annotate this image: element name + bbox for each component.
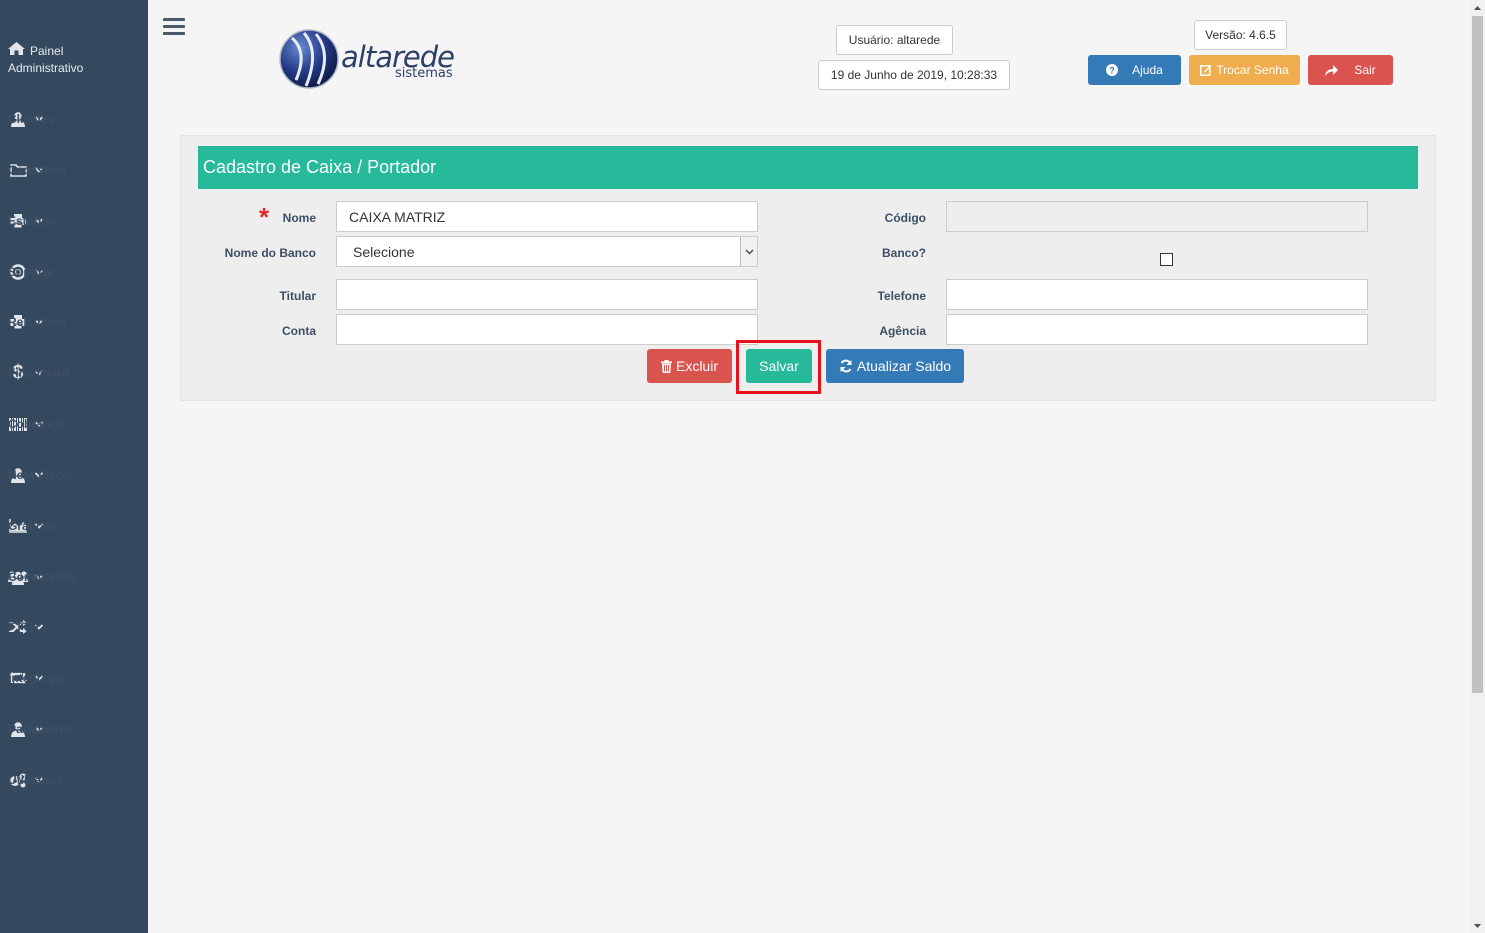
telefone-label: Telefone [877, 289, 926, 303]
sidebar-item-conectados[interactable]: Conectados [8, 566, 140, 588]
refresh-icon [840, 359, 852, 373]
home-icon [8, 42, 26, 60]
logout-label: Sair [1354, 63, 1376, 77]
sidebar-item-cobranca[interactable]: Cobrança [8, 413, 140, 435]
help-button[interactable]: ? Ajuda [1088, 55, 1181, 85]
sidebar-item-label: Utilitários [8, 773, 64, 787]
sidebar-item-integracao[interactable]: Integraçao [8, 667, 140, 689]
delete-button[interactable]: Excluir [647, 349, 732, 383]
change-password-label: Trocar Senha [1216, 63, 1289, 77]
sidebar-dashboard-label-1: Painel [30, 44, 64, 58]
sidebar-item-label: Relatórios [8, 315, 67, 329]
sidebar-item-utilitarios[interactable]: Utilitários [8, 769, 140, 791]
scrollbar-thumb[interactable] [1472, 16, 1483, 693]
banco-nome-label: Nome do Banco [224, 246, 316, 260]
logo-globe-icon [279, 29, 339, 89]
edit-icon [1200, 65, 1212, 76]
sidebar-item-label: Cobrança [8, 417, 64, 431]
sidebar-item-label: Integraçao [8, 671, 69, 685]
telefone-input[interactable] [946, 279, 1368, 310]
logo: altarede sistemas [278, 28, 468, 92]
sidebar-item-clientes[interactable]: Clientes [8, 108, 140, 130]
sidebar: Painel Administrativo Clientes Cadastros… [0, 0, 148, 933]
sidebar-item-suporte[interactable]: Suporte [8, 261, 140, 283]
delete-label: Excluir [675, 358, 718, 374]
sidebar-item-label: Clientes [8, 112, 55, 126]
scroll-up-icon[interactable] [1473, 4, 1482, 13]
user-info: Usuário: altarede [836, 25, 953, 55]
scroll-down-icon[interactable] [1473, 921, 1482, 930]
sidebar-dashboard-label-2: Administrativo [8, 61, 84, 75]
save-button-highlight [736, 340, 821, 394]
titular-label: Titular [279, 289, 316, 303]
banco-select[interactable]: Selecione [336, 236, 758, 267]
nome-input[interactable]: CAIXA MATRIZ [336, 201, 758, 232]
refresh-balance-label: Atualizar Saldo [856, 358, 952, 374]
banco-select-value: Selecione [353, 243, 415, 260]
sidebar-item-relatorios[interactable]: Relatórios [8, 311, 140, 333]
chevron-down-icon [740, 237, 757, 266]
banco-checkbox[interactable] [1160, 253, 1173, 266]
sidebar-item-financeiro[interactable]: $ Financeiro [8, 362, 140, 384]
change-password-button[interactable]: Trocar Senha [1189, 55, 1300, 85]
conta-label: Conta [282, 324, 316, 338]
sidebar-item-cadastros[interactable]: Cadastros [8, 159, 140, 181]
sidebar-item-estoque[interactable]: Estoque [8, 210, 140, 232]
sidebar-item-label: Nota Fiscal [8, 468, 73, 482]
banco-label: Banco? [881, 246, 926, 260]
sidebar-item-label: FTTH [8, 620, 39, 634]
sidebar-item-ftth[interactable]: FTTH [8, 616, 140, 638]
agencia-label: Agência [879, 324, 926, 338]
logo-subtext: sistemas [395, 66, 453, 81]
sidebar-item-label: Estoque [8, 214, 56, 228]
page-scrollbar[interactable] [1470, 0, 1485, 933]
codigo-label: Código [884, 211, 926, 225]
sidebar-item-label: Financeiro [8, 366, 69, 380]
trash-icon [660, 359, 672, 373]
datetime-info: 19 de Junho de 2019, 10:28:33 [818, 60, 1010, 90]
sidebar-item-label: Conectados [8, 570, 77, 584]
titular-input[interactable] [336, 279, 758, 310]
svg-text:?: ? [1109, 66, 1115, 76]
version-info: Versão: 4.6.5 [1194, 20, 1287, 50]
nome-label: Nome [282, 211, 316, 225]
sidebar-item-label: Suporte [8, 265, 54, 279]
question-icon: ? [1106, 64, 1119, 76]
sidebar-dashboard-link[interactable]: Painel Administrativo [8, 42, 138, 77]
refresh-balance-button[interactable]: Atualizar Saldo [826, 349, 964, 383]
agencia-input[interactable] [946, 314, 1368, 345]
sidebar-item-label: Parâmetros [8, 722, 75, 736]
share-arrow-icon [1325, 64, 1339, 76]
codigo-input [946, 201, 1368, 232]
sidebar-item-parametros[interactable]: Parâmetros [8, 718, 140, 740]
sidebar-item-label: Gráficos [8, 519, 57, 533]
conta-input[interactable] [336, 314, 758, 345]
sidebar-item-label: Cadastros [8, 163, 67, 177]
menu-toggle-button[interactable] [163, 18, 185, 38]
form-title: Cadastro de Caixa / Portador [198, 146, 1418, 189]
help-label: Ajuda [1132, 63, 1163, 77]
sidebar-item-graficos[interactable]: Gráficos [8, 515, 140, 537]
logout-button[interactable]: Sair [1308, 55, 1393, 85]
sidebar-item-nota-fiscal[interactable]: Nota Fiscal [8, 464, 140, 486]
